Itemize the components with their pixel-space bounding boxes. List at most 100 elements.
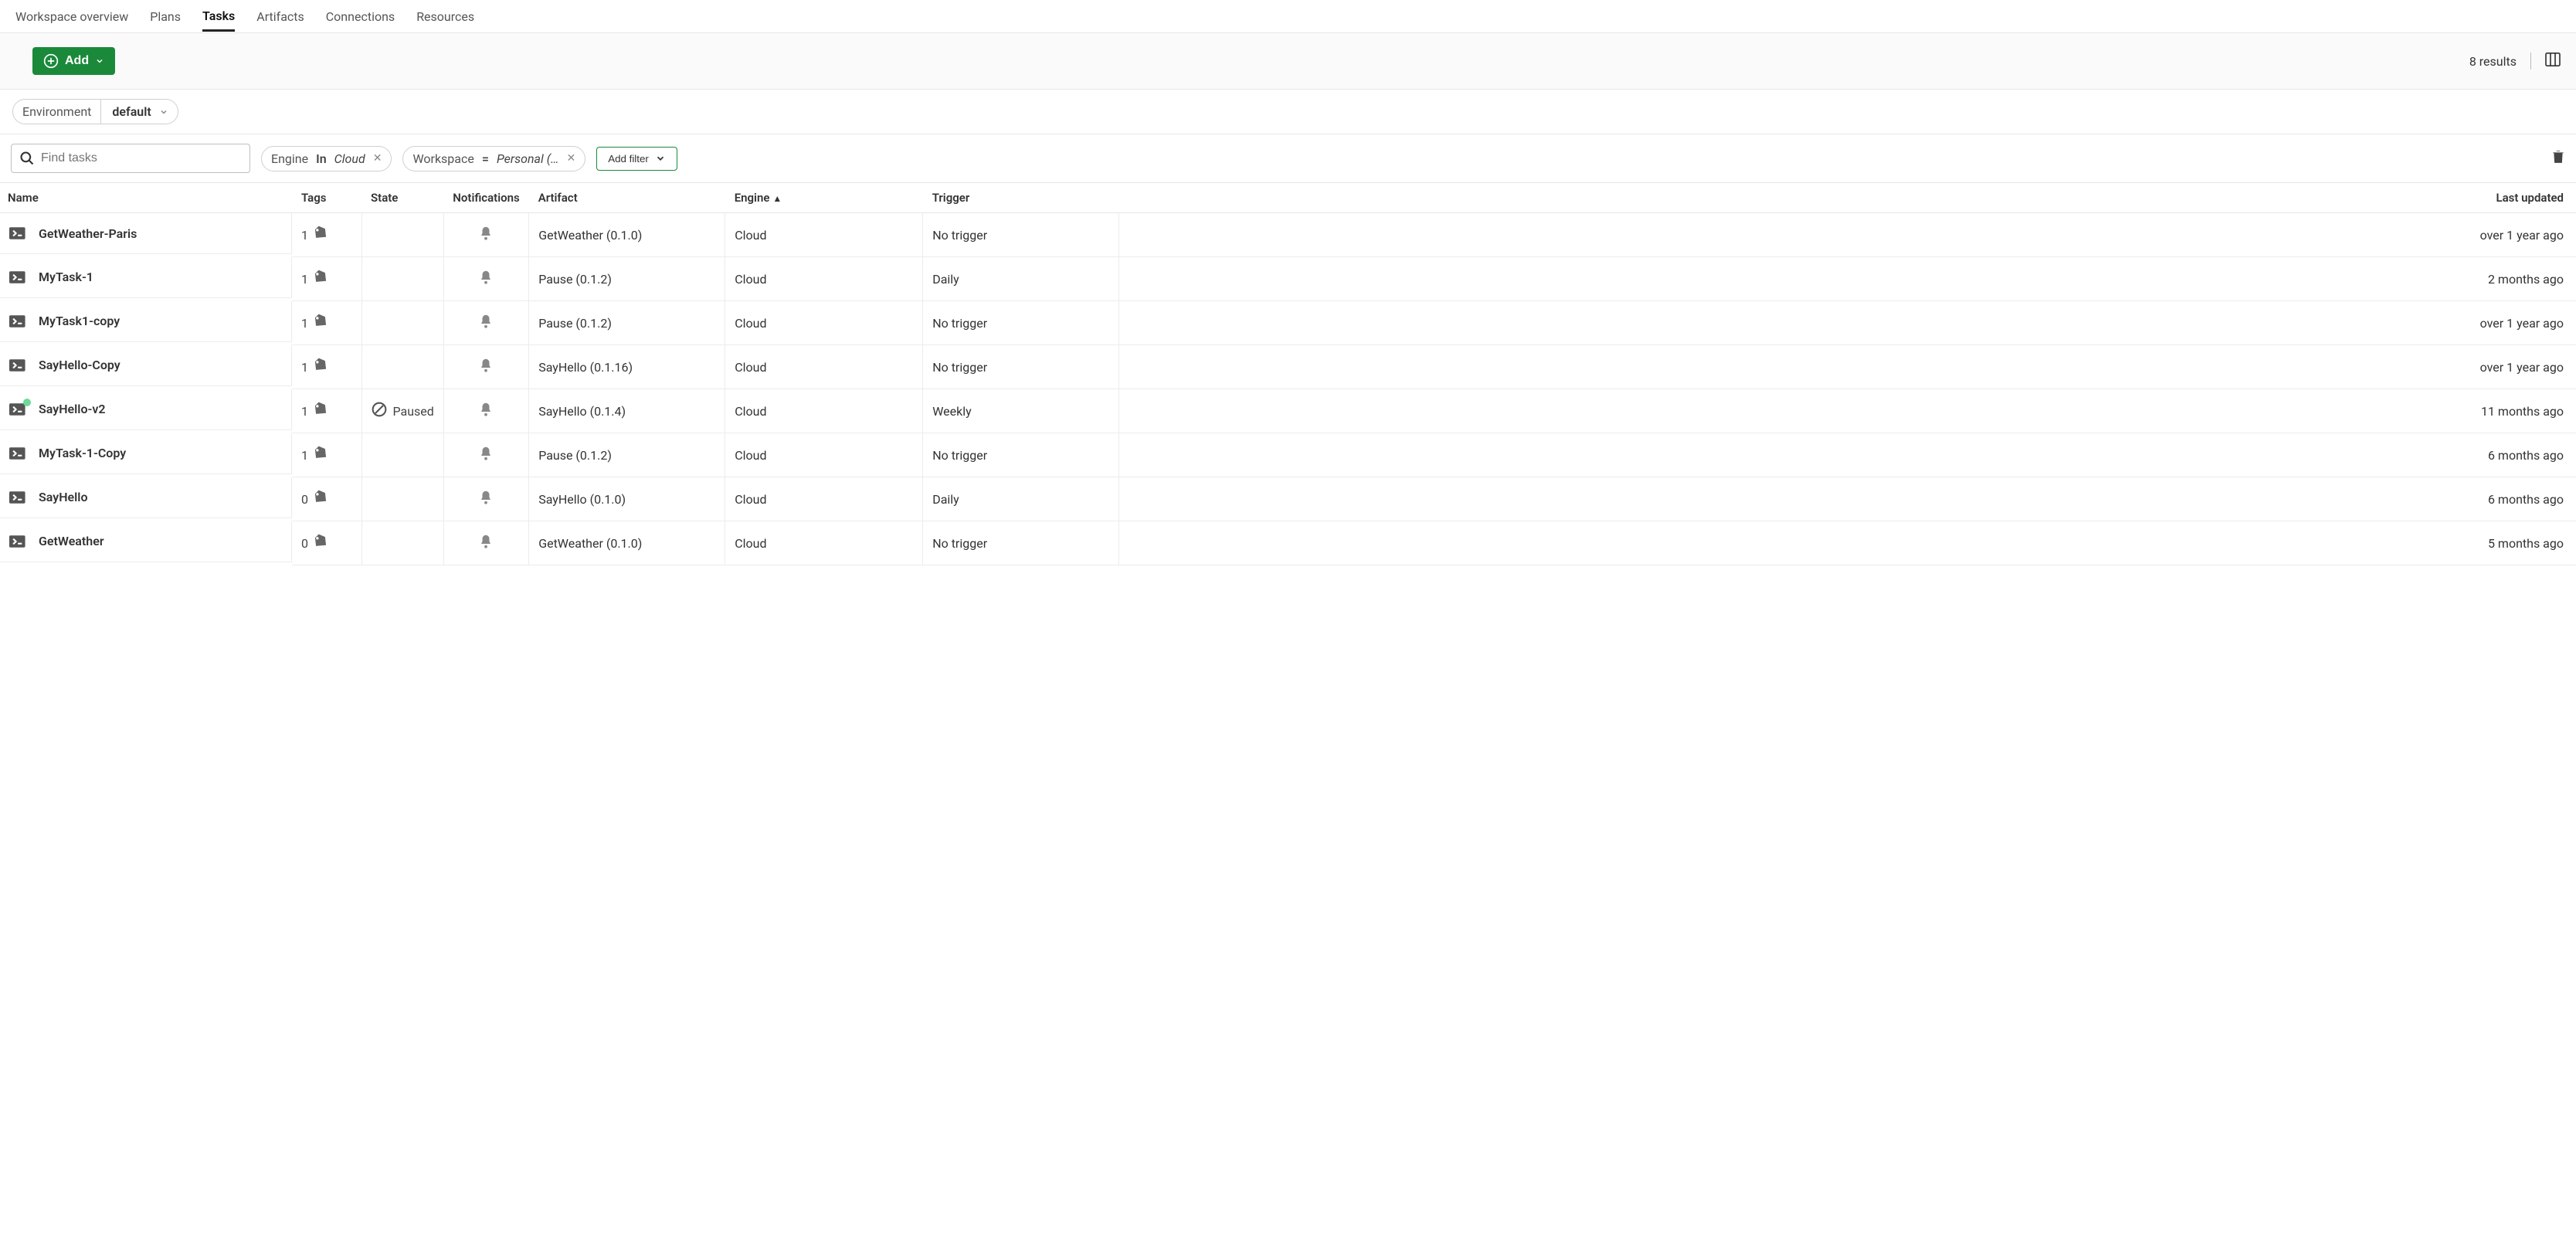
- table-row[interactable]: SayHello-v2 1 Paused SayHello (0.1.4)CloudW…: [0, 389, 2576, 433]
- filter-key: Engine: [271, 151, 308, 166]
- engine-cell: Cloud: [725, 257, 923, 301]
- environment-bar: Environment default: [0, 90, 2576, 134]
- bell-icon[interactable]: [479, 450, 493, 464]
- search-icon: [19, 151, 35, 166]
- tag-count: 1: [301, 316, 308, 331]
- task-name: MyTask1-copy: [39, 314, 120, 328]
- search-input[interactable]: [41, 151, 242, 165]
- table-row[interactable]: GetWeather0GetWeather (0.1.0)CloudNo tri…: [0, 521, 2576, 565]
- add-filter-button[interactable]: Add filter: [596, 147, 677, 171]
- environment-label: Environment: [13, 100, 100, 124]
- task-name: SayHello-v2: [39, 402, 106, 416]
- clear-filters-icon[interactable]: [2551, 149, 2565, 168]
- last-updated-cell: over 1 year ago: [1119, 345, 2576, 389]
- bell-icon[interactable]: [479, 361, 493, 376]
- state-text: Paused: [393, 404, 434, 419]
- tab-tasks[interactable]: Tasks: [202, 1, 235, 32]
- col-trigger[interactable]: Trigger: [923, 183, 1119, 213]
- tag-count: 1: [301, 360, 308, 375]
- last-updated-cell: 11 months ago: [1119, 389, 2576, 433]
- engine-cell: Cloud: [725, 301, 923, 345]
- bell-icon[interactable]: [479, 494, 493, 508]
- table-row[interactable]: GetWeather-Paris1GetWeather (0.1.0)Cloud…: [0, 213, 2576, 257]
- table-row[interactable]: MyTask1-copy1Pause (0.1.2)CloudNo trigge…: [0, 301, 2576, 345]
- bell-icon[interactable]: [479, 317, 493, 332]
- tab-resources[interactable]: Resources: [416, 2, 474, 32]
- trigger-cell: No trigger: [923, 301, 1119, 345]
- table-row[interactable]: MyTask-11Pause (0.1.2)CloudDaily2 months…: [0, 257, 2576, 301]
- bell-icon[interactable]: [479, 273, 493, 288]
- task-icon: [9, 402, 28, 417]
- tag-icon: [313, 314, 328, 332]
- col-artifact[interactable]: Artifact: [529, 183, 725, 213]
- filter-key: Workspace: [412, 151, 473, 166]
- engine-cell: Cloud: [725, 213, 923, 257]
- results-count: 8 results: [2469, 54, 2517, 69]
- divider: [2530, 53, 2531, 70]
- filter-chip[interactable]: Engine In Cloud ✕: [261, 146, 392, 171]
- col-engine[interactable]: Engine▲: [725, 183, 923, 213]
- last-updated-cell: 6 months ago: [1119, 433, 2576, 477]
- artifact-cell: Pause (0.1.2): [529, 257, 725, 301]
- filter-op: In: [316, 151, 327, 166]
- tab-plans[interactable]: Plans: [150, 2, 181, 32]
- tag-icon: [313, 534, 328, 552]
- engine-cell: Cloud: [725, 345, 923, 389]
- engine-cell: Cloud: [725, 389, 923, 433]
- task-icon: [9, 490, 28, 505]
- filter-op: =: [482, 151, 489, 166]
- tag-count: 1: [301, 228, 308, 243]
- bell-icon[interactable]: [479, 538, 493, 552]
- trigger-cell: No trigger: [923, 213, 1119, 257]
- remove-filter-icon[interactable]: ✕: [566, 152, 575, 165]
- tab-connections[interactable]: Connections: [326, 2, 395, 32]
- task-icon: [9, 226, 28, 241]
- task-icon: [9, 446, 28, 461]
- artifact-cell: GetWeather (0.1.0): [529, 521, 725, 565]
- filter-value: Cloud: [334, 151, 365, 166]
- col-notifications[interactable]: Notifications: [443, 183, 528, 213]
- artifact-cell: SayHello (0.1.0): [529, 477, 725, 521]
- tag-count: 1: [301, 272, 308, 287]
- trigger-cell: Weekly: [923, 389, 1119, 433]
- col-state[interactable]: State: [361, 183, 443, 213]
- artifact-cell: SayHello (0.1.16): [529, 345, 725, 389]
- engine-cell: Cloud: [725, 433, 923, 477]
- trigger-cell: No trigger: [923, 345, 1119, 389]
- artifact-cell: SayHello (0.1.4): [529, 389, 725, 433]
- table-row[interactable]: MyTask-1-Copy1Pause (0.1.2)CloudNo trigg…: [0, 433, 2576, 477]
- tab-artifacts[interactable]: Artifacts: [256, 2, 304, 32]
- task-icon: [9, 270, 28, 285]
- table-header-row: Name Tags State Notifications Artifact E…: [0, 183, 2576, 213]
- chevron-down-icon: [95, 56, 104, 66]
- col-name[interactable]: Name: [0, 183, 292, 213]
- last-updated-cell: 2 months ago: [1119, 257, 2576, 301]
- task-name: MyTask-1: [39, 270, 93, 284]
- main-nav: Workspace overview Plans Tasks Artifacts Con…: [0, 0, 2576, 33]
- add-button[interactable]: Add: [32, 47, 115, 75]
- add-button-label: Add: [65, 54, 89, 68]
- chevron-down-icon: [159, 107, 168, 117]
- task-icon: [9, 314, 28, 329]
- tag-count: 1: [301, 404, 308, 419]
- task-icon: [9, 534, 28, 549]
- last-updated-cell: over 1 year ago: [1119, 301, 2576, 345]
- table-row[interactable]: SayHello0SayHello (0.1.0)CloudDaily6 mon…: [0, 477, 2576, 521]
- search-box[interactable]: [11, 144, 250, 173]
- col-tags[interactable]: Tags: [292, 183, 361, 213]
- bell-icon[interactable]: [479, 406, 493, 420]
- table-row[interactable]: SayHello-Copy1SayHello (0.1.16)CloudNo t…: [0, 345, 2576, 389]
- environment-value: default: [112, 104, 151, 119]
- columns-icon[interactable]: [2545, 53, 2561, 70]
- tag-count: 0: [301, 492, 308, 507]
- remove-filter-icon[interactable]: ✕: [373, 152, 382, 165]
- artifact-cell: Pause (0.1.2): [529, 433, 725, 477]
- trigger-cell: Daily: [923, 477, 1119, 521]
- bell-icon[interactable]: [479, 229, 493, 244]
- environment-selector[interactable]: Environment default: [12, 99, 178, 124]
- col-last-updated[interactable]: Last updated: [1119, 183, 2576, 213]
- filter-chip[interactable]: Workspace=Personal (…✕: [402, 146, 585, 171]
- tab-workspace-overview[interactable]: Workspace overview: [15, 2, 128, 32]
- trigger-cell: No trigger: [923, 521, 1119, 565]
- task-icon: [9, 358, 28, 373]
